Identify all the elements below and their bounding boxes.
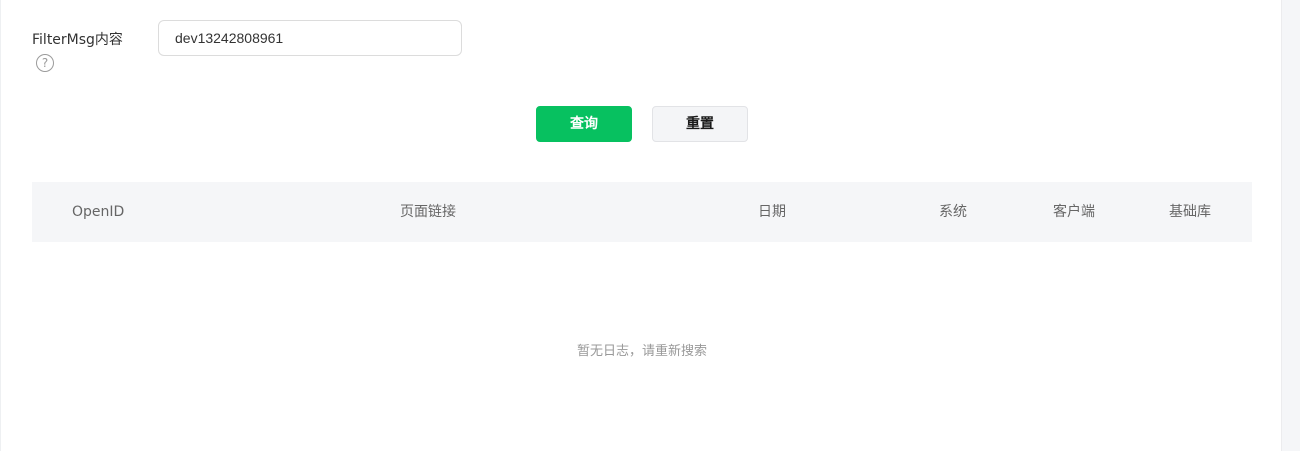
empty-state-text: 暂无日志，请重新搜索 <box>576 344 707 359</box>
column-header-system: 系统 <box>939 204 967 220</box>
column-header-base-library: 基础库 <box>1169 204 1211 220</box>
left-divider <box>0 0 1 451</box>
log-query-page: FilterMsg内容 ? 查询 重置 OpenID 页面链接 日期 系统 客户… <box>0 0 1300 451</box>
table-header: OpenID 页面链接 日期 系统 客户端 基础库 <box>32 182 1252 242</box>
reset-button[interactable]: 重置 <box>652 106 748 142</box>
column-header-date: 日期 <box>758 204 786 220</box>
filtermsg-label: FilterMsg内容 <box>32 32 123 48</box>
page-scrollbar[interactable] <box>1281 0 1300 451</box>
column-header-client: 客户端 <box>1053 204 1095 220</box>
query-button[interactable]: 查询 <box>536 106 632 142</box>
help-icon[interactable]: ? <box>36 54 54 72</box>
column-header-openid: OpenID <box>72 204 125 220</box>
column-header-page-link: 页面链接 <box>400 204 456 220</box>
filtermsg-input[interactable] <box>158 20 462 56</box>
